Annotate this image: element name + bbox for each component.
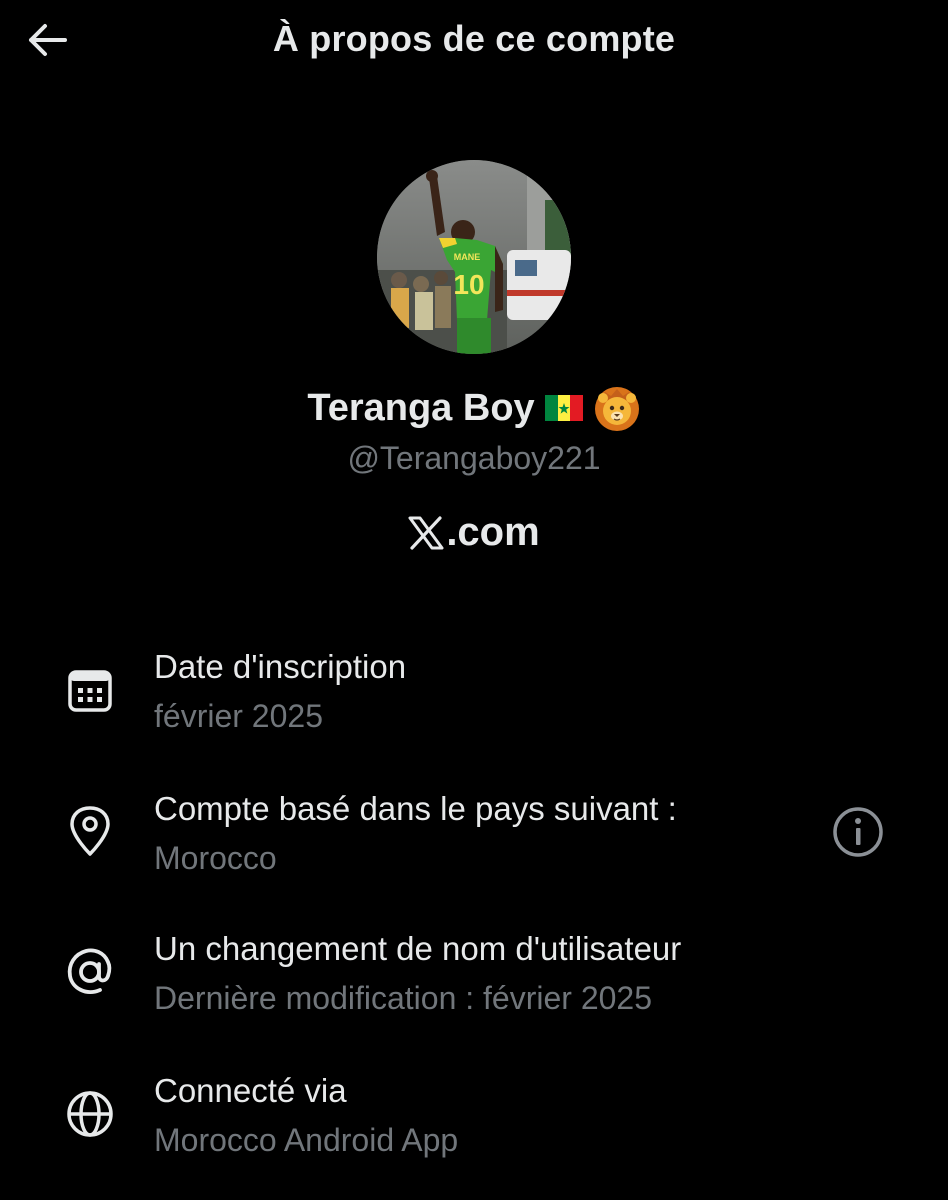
username-handle: @Terangaboy221 bbox=[347, 440, 601, 476]
info-row-username-change: Un changement de nom d'utilisateur Derni… bbox=[0, 922, 948, 1032]
display-name-row: Teranga Boy bbox=[0, 384, 948, 432]
row-subtitle: Morocco bbox=[154, 840, 277, 876]
site-domain: .com bbox=[446, 510, 540, 554]
row-title: Compte basé dans le pays suivant : bbox=[154, 790, 677, 827]
about-account-page: À propos de ce compte MANE 10 Teranga Bo… bbox=[0, 0, 948, 1200]
profile-photo: MANE 10 bbox=[377, 160, 571, 354]
display-name: Teranga Boy bbox=[307, 386, 535, 429]
row-icon-wrapper bbox=[62, 804, 118, 860]
row-subtitle: Morocco Android App bbox=[154, 1122, 459, 1158]
info-row-joined-date: Date d'inscription février 2025 bbox=[0, 640, 948, 750]
row-title: Date d'inscription bbox=[154, 648, 407, 685]
site-brand: .com bbox=[0, 510, 948, 555]
location-pin-icon bbox=[70, 806, 110, 856]
senegal-flag-icon bbox=[544, 395, 583, 421]
info-icon bbox=[833, 807, 883, 857]
avatar[interactable]: MANE 10 bbox=[377, 160, 571, 354]
row-subtitle: février 2025 bbox=[154, 698, 323, 734]
row-icon-wrapper bbox=[62, 662, 118, 718]
row-title: Un changement de nom d'utilisateur bbox=[154, 930, 682, 967]
page-title: À propos de ce compte bbox=[272, 18, 676, 59]
row-subtitle: Dernière modification : février 2025 bbox=[154, 980, 653, 1016]
top-bar: À propos de ce compte bbox=[0, 0, 948, 80]
row-icon-wrapper bbox=[62, 944, 118, 1000]
calendar-icon bbox=[68, 670, 112, 712]
jersey-number: 10 bbox=[453, 269, 484, 300]
info-row-connected-via: Connecté via Morocco Android App bbox=[0, 1064, 948, 1174]
lion-face-icon bbox=[594, 387, 639, 431]
jersey-name: MANE bbox=[454, 252, 481, 262]
x-logo-icon bbox=[408, 515, 444, 550]
info-row-account-country: Compte basé dans le pays suivant : Moroc… bbox=[0, 782, 948, 892]
row-icon-wrapper bbox=[62, 1086, 118, 1142]
globe-icon bbox=[67, 1091, 113, 1137]
country-info-button[interactable] bbox=[826, 800, 890, 864]
row-title: Connecté via bbox=[154, 1072, 347, 1109]
at-sign-icon bbox=[67, 948, 112, 994]
